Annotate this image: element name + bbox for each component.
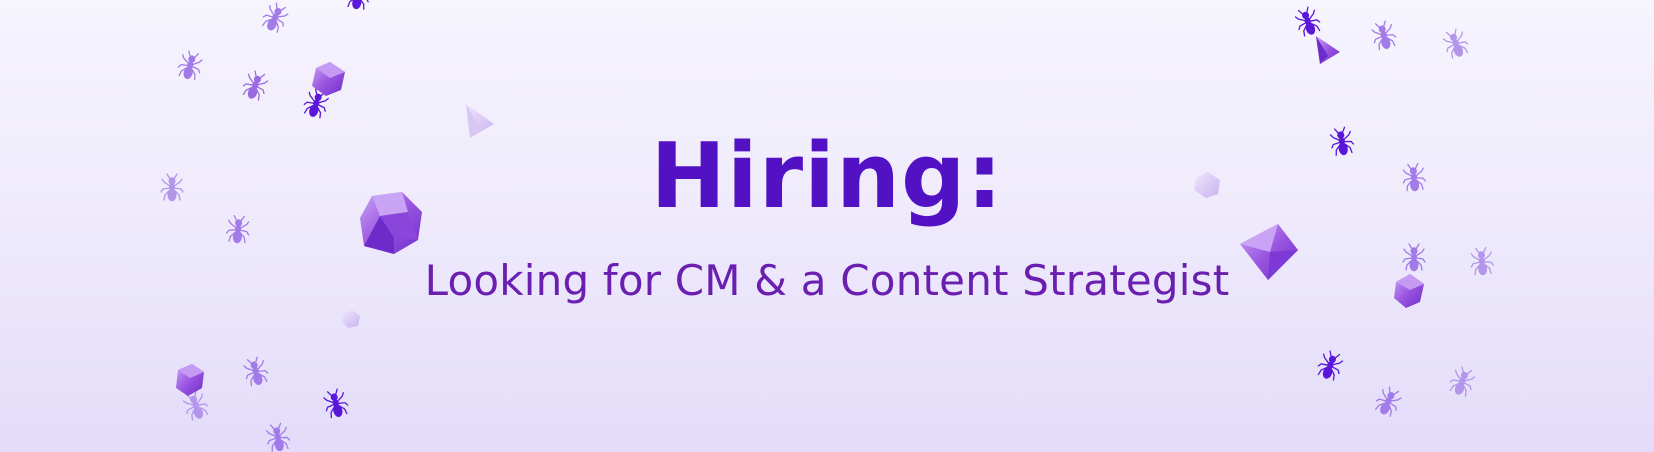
ant-icon	[1314, 348, 1346, 383]
cone-icon	[1316, 36, 1340, 64]
page-subtitle: Looking for CM & a Content Strategist	[424, 256, 1230, 305]
ant-icon	[180, 388, 212, 423]
hiring-banner: Hiring: Looking for CM & a Content Strat…	[0, 0, 1654, 452]
ant-icon	[1369, 18, 1399, 52]
ant-icon	[175, 48, 205, 82]
ant-icon	[1440, 26, 1472, 61]
ant-icon	[239, 68, 271, 103]
ant-icon	[1446, 364, 1478, 399]
cube-icon	[312, 62, 345, 96]
gem-icon	[342, 310, 360, 328]
ant-icon	[321, 386, 351, 420]
ant-icon	[300, 86, 332, 121]
ant-icon	[264, 421, 292, 452]
ant-icon	[258, 0, 292, 35]
ant-icon	[1292, 4, 1324, 39]
ant-icon	[1371, 384, 1405, 419]
gem-icon	[176, 364, 204, 396]
page-title: Hiring:	[650, 124, 1004, 229]
ant-icon	[241, 354, 271, 388]
ant-icon	[344, 0, 372, 12]
